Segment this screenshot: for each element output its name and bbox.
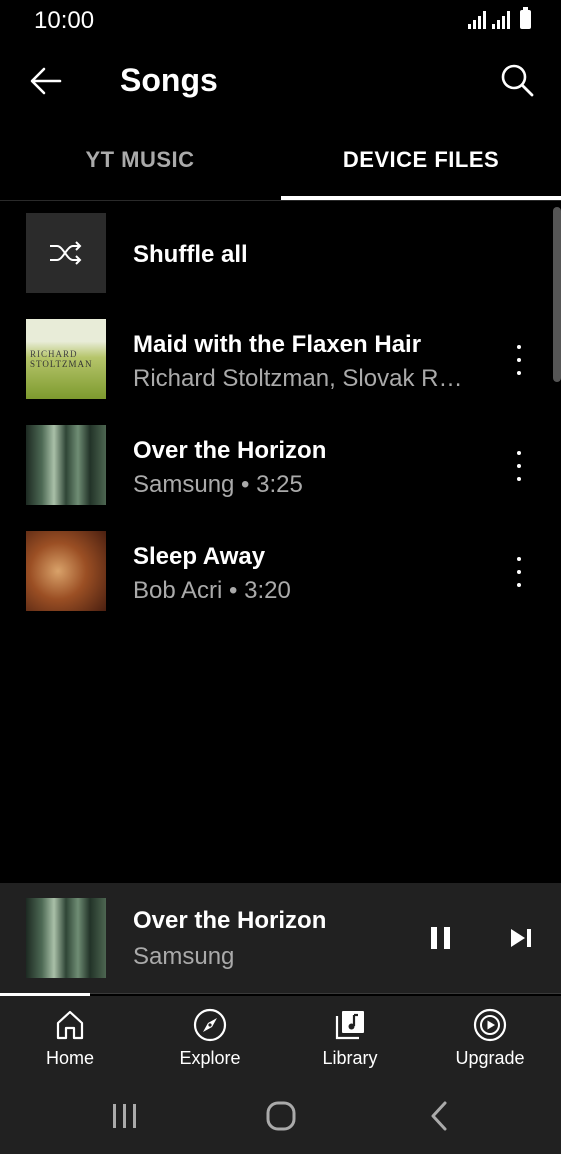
page-title: Songs bbox=[120, 62, 218, 98]
song-row[interactable]: Sleep Away Bob Acri • 3:20 bbox=[0, 519, 561, 625]
back-system-icon[interactable] bbox=[425, 1098, 455, 1134]
nav-home[interactable]: Home bbox=[0, 996, 140, 1080]
nav-home-label: Home bbox=[45, 1048, 94, 1068]
dot bbox=[517, 345, 521, 349]
app-bar: Songs bbox=[0, 44, 561, 120]
dot bbox=[517, 371, 521, 375]
album-art bbox=[26, 531, 106, 611]
system-navigation-bar bbox=[0, 1080, 561, 1154]
song-subtitle: Bob Acri • 3:20 bbox=[133, 577, 291, 604]
nav-upgrade-label: Upgrade bbox=[455, 1048, 525, 1068]
dot bbox=[517, 477, 521, 481]
shuffle-all-label: Shuffle all bbox=[133, 241, 248, 268]
upgrade-icon bbox=[473, 1008, 507, 1042]
mini-player-album-art bbox=[26, 898, 106, 978]
nav-explore-label: Explore bbox=[179, 1048, 241, 1068]
pause-icon bbox=[431, 927, 450, 949]
nav-upgrade[interactable]: Upgrade bbox=[420, 996, 560, 1080]
dot bbox=[517, 570, 521, 574]
song-subtitle: Samsung • 3:25 bbox=[133, 471, 303, 498]
more-options-button[interactable] bbox=[507, 451, 531, 481]
song-title: Maid with the Flaxen Hair bbox=[133, 331, 422, 358]
album-art-text: RICHARD bbox=[30, 349, 78, 359]
song-title: Over the Horizon bbox=[133, 437, 327, 464]
more-options-button[interactable] bbox=[507, 557, 531, 587]
signal-icon-2 bbox=[492, 9, 510, 29]
dot bbox=[517, 583, 521, 587]
status-time: 10:00 bbox=[34, 7, 95, 34]
album-art-text: STOLTZMAN bbox=[30, 359, 93, 369]
shuffle-icon bbox=[50, 241, 82, 265]
status-bar: 10:00 bbox=[0, 0, 561, 44]
arrow-left-icon bbox=[30, 67, 62, 95]
home-system-icon[interactable] bbox=[264, 1098, 300, 1134]
dot bbox=[517, 464, 521, 468]
mini-player[interactable]: Over the Horizon Samsung bbox=[0, 883, 561, 994]
skip-next-icon bbox=[511, 929, 531, 947]
album-art: RICHARD STOLTZMAN bbox=[26, 319, 106, 399]
bottom-navigation: Home Explore Library Upgrade bbox=[0, 996, 561, 1080]
nav-library-label: Library bbox=[322, 1048, 378, 1068]
album-art bbox=[26, 425, 106, 505]
search-button[interactable] bbox=[499, 62, 539, 102]
library-icon bbox=[335, 1011, 364, 1040]
pause-button[interactable] bbox=[428, 925, 454, 951]
shuffle-thumb bbox=[26, 213, 106, 293]
song-row[interactable]: Over the Horizon Samsung • 3:25 bbox=[0, 413, 561, 519]
compass-icon bbox=[193, 1008, 227, 1042]
mini-player-title: Over the Horizon bbox=[133, 907, 327, 934]
mini-player-artist: Samsung bbox=[133, 943, 235, 970]
battery-icon bbox=[520, 7, 531, 29]
status-icons bbox=[468, 7, 531, 29]
home-icon bbox=[56, 1010, 84, 1040]
dot bbox=[517, 451, 521, 455]
back-button[interactable] bbox=[28, 63, 68, 99]
more-options-button[interactable] bbox=[507, 345, 531, 375]
tab-bar: YT MUSIC DEVICE FILES bbox=[0, 120, 561, 201]
next-button[interactable] bbox=[508, 927, 534, 949]
scrollbar[interactable] bbox=[553, 207, 561, 382]
tab-yt-music[interactable]: YT MUSIC bbox=[0, 120, 280, 200]
nav-explore[interactable]: Explore bbox=[140, 996, 280, 1080]
signal-icon bbox=[468, 9, 486, 29]
song-row[interactable]: RICHARD STOLTZMAN Maid with the Flaxen H… bbox=[0, 307, 561, 413]
song-subtitle: Richard Stoltzman, Slovak R… bbox=[133, 365, 463, 392]
recent-apps-icon[interactable] bbox=[110, 1098, 140, 1134]
search-icon bbox=[501, 64, 534, 97]
dot bbox=[517, 557, 521, 561]
nav-library[interactable]: Library bbox=[280, 996, 420, 1080]
shuffle-all-row[interactable]: Shuffle all bbox=[0, 201, 561, 307]
dot bbox=[517, 358, 521, 362]
song-title: Sleep Away bbox=[133, 543, 266, 570]
tab-device-files[interactable]: DEVICE FILES bbox=[281, 120, 561, 200]
tab-indicator bbox=[281, 196, 561, 200]
